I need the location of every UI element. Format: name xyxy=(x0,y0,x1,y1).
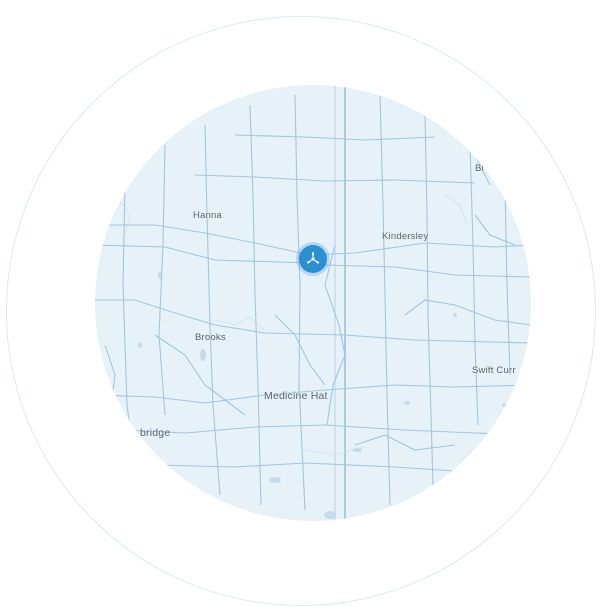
location-marker[interactable] xyxy=(299,245,327,273)
city-label-hanna: Hanna xyxy=(193,210,222,221)
city-label-biggar: Bi xyxy=(475,163,484,174)
city-label-lethbridge: bridge xyxy=(140,427,171,439)
city-label-medicine-hat: Medicine Hat xyxy=(264,390,328,402)
map-circle[interactable]: Hanna Kindersley Brooks Medicine Hat Swi… xyxy=(95,85,531,521)
wind-turbine-icon xyxy=(306,252,320,264)
city-label-swift-current: Swift Curr xyxy=(472,365,516,376)
city-label-brooks: Brooks xyxy=(195,332,226,343)
map-view: Hanna Kindersley Brooks Medicine Hat Swi… xyxy=(0,0,610,607)
road-network xyxy=(95,85,531,521)
city-label-kindersley: Kindersley xyxy=(382,231,429,242)
